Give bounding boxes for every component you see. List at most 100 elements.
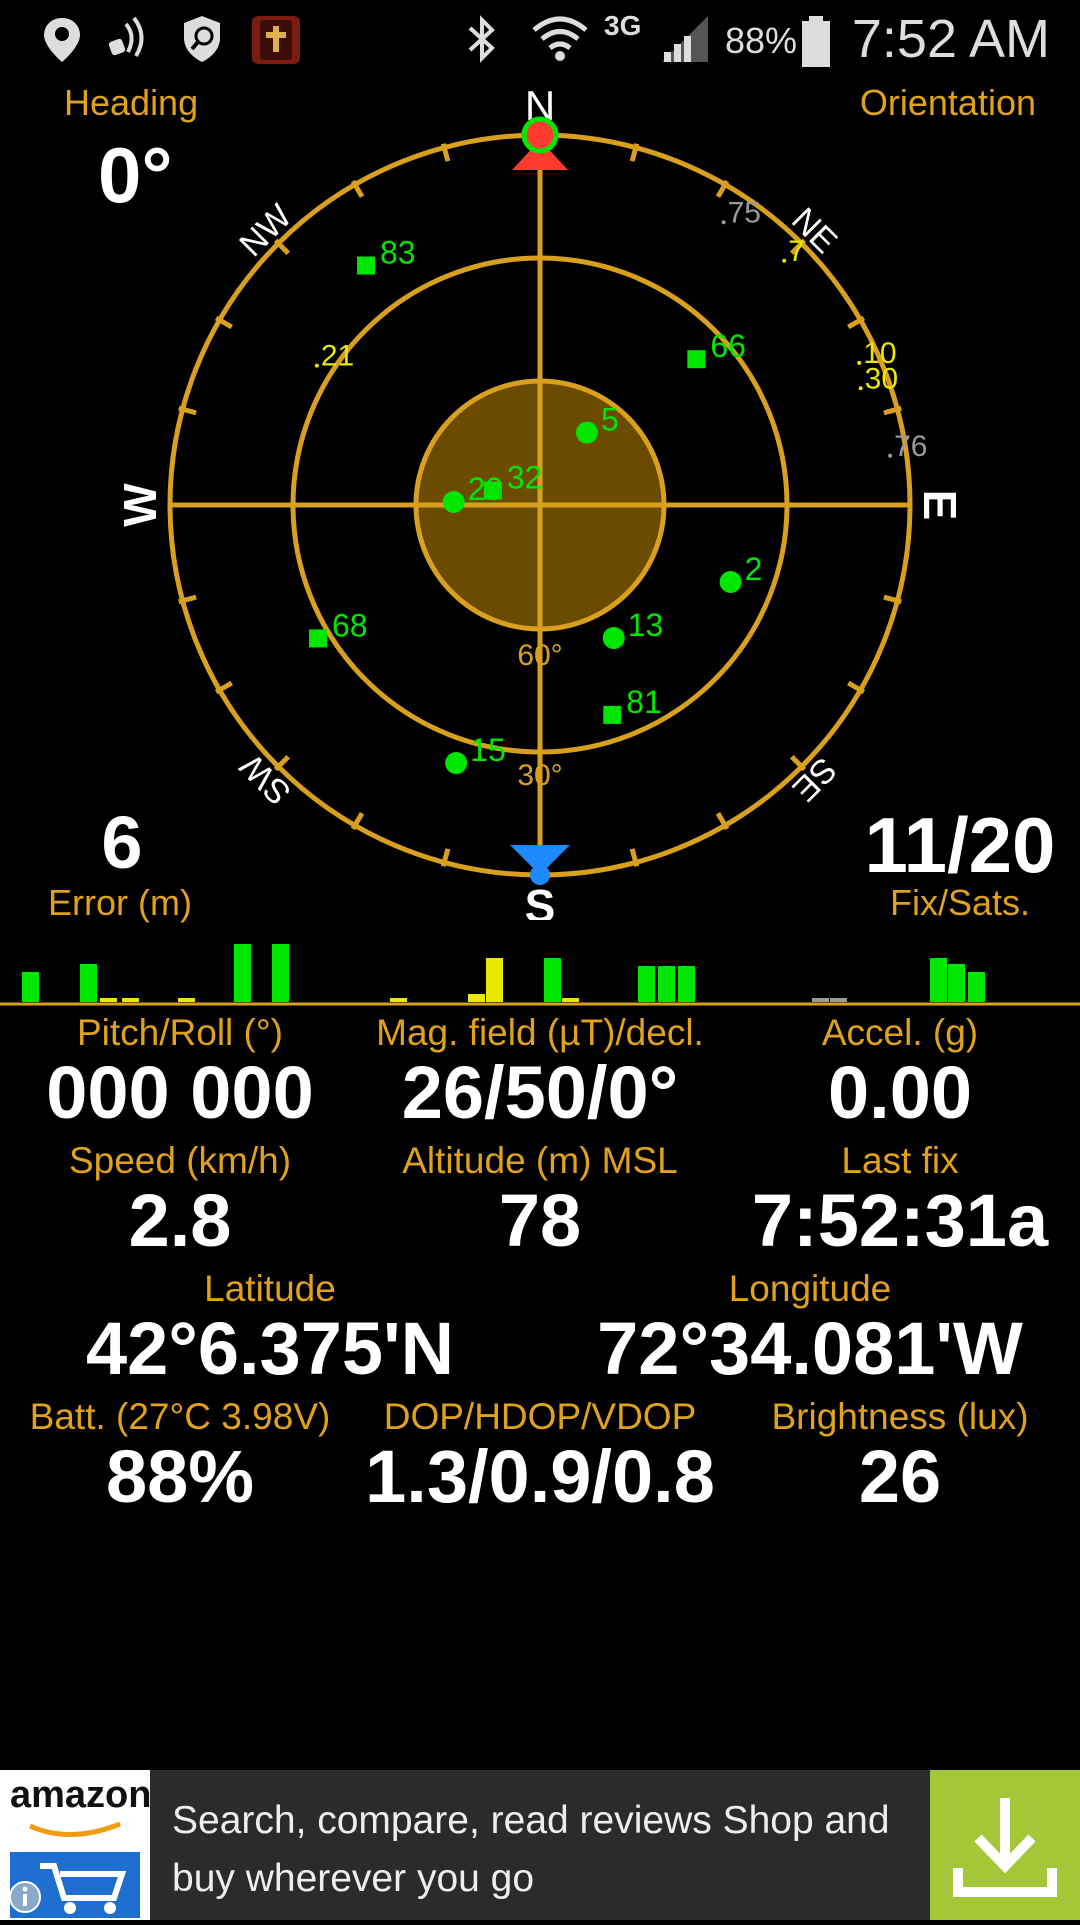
download-icon (953, 1798, 1057, 1897)
satellite-label: 29 (468, 471, 504, 507)
brightness-value: 26 (858, 1435, 942, 1518)
amazon-brand-text: amazon (10, 1774, 152, 1816)
accel-value: 0.00 (827, 1051, 973, 1134)
satellite-marker-unused (314, 363, 319, 368)
pitch-roll-value: 000 000 (46, 1051, 314, 1134)
snr-bar (968, 972, 985, 1002)
dop-value: 1.3/0.9/0.8 (365, 1435, 715, 1518)
sw-label: SW (233, 746, 299, 812)
snr-bar (80, 964, 97, 1002)
battery-label: Batt. (27°C 3.98V) (29, 1396, 331, 1437)
satellite-label: 2 (745, 551, 763, 587)
snr-bar (178, 998, 195, 1002)
network-type: 3G (604, 10, 642, 41)
south-label: S (525, 880, 556, 920)
satellite-marker (308, 629, 327, 648)
snr-bar (468, 994, 485, 1002)
satellite-label: 68 (332, 607, 368, 643)
ad-banner[interactable]: amazon Search, compare, read reviews Sho… (0, 1770, 1080, 1920)
bible-app-icon (252, 16, 300, 64)
altitude-value: 78 (498, 1179, 582, 1262)
satellite-label: 32 (507, 460, 543, 496)
wifi-icon (532, 16, 588, 61)
snr-bar (658, 966, 675, 1002)
nfc-icon (108, 16, 144, 58)
snr-bar-chart (0, 944, 1080, 1006)
battery-icon (802, 16, 830, 67)
snr-bar (272, 944, 289, 1002)
clock: 7:52 AM (851, 9, 1050, 69)
south-marker (510, 845, 570, 885)
satellite-label-unused: 7 (788, 235, 805, 268)
satellite-marker-unused (857, 360, 862, 365)
satellite-marker (602, 627, 625, 650)
longitude-label: Longitude (728, 1268, 892, 1309)
latitude-label: Latitude (204, 1268, 336, 1309)
location-icon (44, 18, 80, 62)
snr-bar (122, 998, 139, 1002)
snr-bar (100, 998, 117, 1002)
satellite-label-unused: 75 (728, 196, 761, 229)
satellite-label: 13 (628, 607, 664, 643)
snr-bar (830, 998, 847, 1002)
satellite-marker-unused (858, 386, 863, 391)
snr-bar (638, 966, 655, 1002)
satellite-marker (719, 571, 742, 594)
satellite-label: 66 (710, 328, 746, 364)
mag-field-value: 26/50/0° (401, 1051, 679, 1134)
ad-text[interactable]: Search, compare, read reviews Shop and b… (172, 1792, 912, 1908)
satellite-marker-unused (721, 220, 726, 225)
nw-label: NW (232, 197, 299, 264)
snr-bar (812, 998, 829, 1002)
battery-value: 88% (105, 1435, 255, 1518)
status-bar: 3G 88% 7:52 AM (0, 0, 1080, 80)
north-marker (512, 116, 568, 170)
shield-icon (184, 16, 220, 62)
east-label: E (914, 490, 966, 521)
satellite-marker (687, 350, 706, 369)
brightness-label: Brightness (lux) (771, 1396, 1029, 1437)
satellite-label: 5 (601, 402, 619, 438)
snr-bar (486, 958, 503, 1002)
amazon-logo[interactable]: amazon (0, 1770, 152, 1920)
satellite-marker (445, 752, 468, 775)
snr-bar (22, 972, 39, 1002)
snr-bar (948, 964, 965, 1002)
mag-field-label: Mag. field (µT)/decl. (376, 1012, 704, 1053)
satellite-label: 83 (380, 235, 416, 271)
dop-label: DOP/HDOP/VDOP (383, 1396, 697, 1437)
ring-30-label: 30° (517, 759, 562, 792)
satellite-marker (357, 256, 376, 275)
snr-bar (678, 966, 695, 1002)
snr-bar (390, 998, 407, 1002)
snr-bar (930, 958, 947, 1002)
satellite-marker (603, 705, 622, 724)
satellite-marker-unused (888, 453, 893, 458)
snr-bar (562, 998, 579, 1002)
accel-label: Accel. (g) (821, 1012, 979, 1053)
latitude-value: 42°6.375'N (85, 1307, 455, 1390)
satellite-label-unused: 30 (865, 362, 898, 395)
last-fix-label: Last fix (841, 1140, 959, 1181)
speed-label: Speed (km/h) (68, 1140, 292, 1181)
satellite-label-unused: 76 (894, 430, 927, 463)
speed-value: 2.8 (128, 1179, 232, 1262)
altitude-label: Altitude (m) MSL (402, 1140, 678, 1181)
bluetooth-icon (468, 15, 495, 63)
battery-percent: 88% (725, 20, 798, 61)
west-label: W (114, 483, 166, 527)
satellite-label-unused: 21 (321, 340, 354, 373)
ring-60-label: 60° (517, 639, 562, 672)
satellite-label: 15 (470, 732, 506, 768)
satellite-marker (576, 421, 599, 444)
last-fix-value: 7:52:31a (751, 1179, 1049, 1262)
info-icon[interactable] (8, 1880, 42, 1914)
satellite-radar[interactable]: N S E W NE NW SE SW 60° 30° 836653229213… (0, 80, 1080, 920)
satellite-label: 81 (626, 684, 662, 720)
snr-bar (234, 944, 251, 1002)
snr-bar (544, 958, 561, 1002)
signal-icon (662, 16, 708, 62)
satellite-marker (442, 490, 465, 513)
download-button[interactable] (930, 1770, 1080, 1920)
pitch-roll-label: Pitch/Roll (°) (77, 1012, 283, 1053)
